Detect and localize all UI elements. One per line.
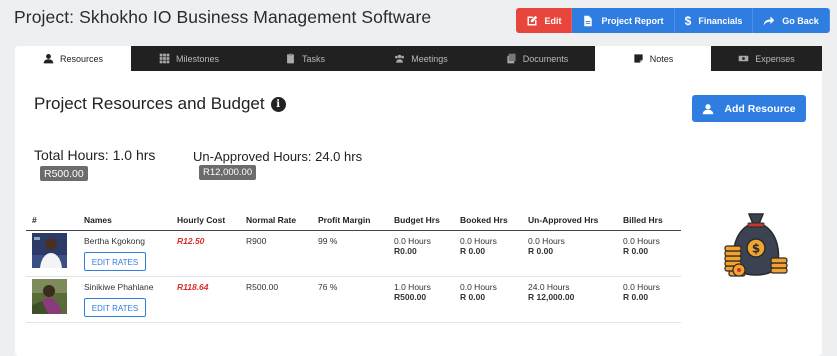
tab-notes[interactable]: Notes — [595, 46, 711, 71]
financials-label: Financials — [698, 15, 743, 26]
money-bill-icon — [738, 55, 749, 62]
normal-rate: R500.00 — [240, 276, 312, 323]
tab-documents[interactable]: Documents — [479, 46, 595, 71]
project-report-label: Project Report — [601, 15, 664, 26]
hourly-cost: R118.64 — [171, 276, 240, 323]
tab-meetings[interactable]: Meetings — [363, 46, 479, 71]
tab-label: Expenses — [755, 53, 795, 64]
users-icon — [395, 54, 405, 63]
project-report-button[interactable]: Project Report — [572, 8, 675, 33]
table-header-row: # Names Hourly Cost Normal Rate Profit M… — [26, 210, 681, 231]
share-arrow-icon — [763, 16, 775, 25]
col-header: Booked Hrs — [454, 210, 522, 231]
unapproved-hours: Un-Approved Hours: 24.0 hrs — [193, 149, 363, 164]
go-back-label: Go Back — [782, 15, 819, 26]
profit-margin: 76 % — [312, 276, 388, 323]
edit-rates-button[interactable]: EDIT RATES — [84, 252, 146, 271]
avatar — [32, 279, 67, 314]
money-bag-icon: $ — [724, 213, 788, 277]
col-header: Hourly Cost — [171, 210, 240, 231]
billed-hours: 0.0 Hours — [623, 282, 660, 292]
section-title-text: Project Resources and Budget — [34, 94, 265, 113]
resources-table: # Names Hourly Cost Normal Rate Profit M… — [26, 210, 681, 323]
col-header: Profit Margin — [312, 210, 388, 231]
budget-hours: 1.0 Hours — [394, 282, 431, 292]
unapproved-hours-cell: 0.0 Hours — [528, 236, 565, 246]
col-header: Un-Approved Hrs — [522, 210, 617, 231]
col-header: Billed Hrs — [617, 210, 681, 231]
hourly-cost: R12.50 — [171, 230, 240, 277]
page-title: Project: Skhokho IO Business Management … — [14, 7, 432, 27]
billed-hours: 0.0 Hours — [623, 236, 660, 246]
normal-rate: R900 — [240, 230, 312, 277]
budget-hours: 0.0 Hours — [394, 236, 431, 246]
resource-name: Bertha Kgokong — [84, 236, 145, 246]
grid-icon — [159, 53, 170, 64]
dollar-icon: $ — [684, 13, 692, 28]
go-back-button[interactable]: Go Back — [753, 8, 830, 33]
edit-button-label: Edit — [544, 15, 562, 26]
header-actions: Edit Project Report $ Financials Go Back — [516, 8, 830, 33]
profit-margin: 99 % — [312, 230, 388, 277]
tab-resources[interactable]: Resources — [15, 46, 131, 71]
documents-icon — [507, 53, 516, 64]
total-amount-badge: R500.00 — [40, 166, 88, 181]
tab-label: Documents — [522, 53, 569, 64]
add-resource-label: Add Resource — [724, 102, 796, 115]
tab-label: Notes — [649, 53, 674, 64]
unapproved-amount-badge: R12,000.00 — [199, 165, 257, 180]
add-resource-button[interactable]: Add Resource — [692, 95, 806, 122]
edit-icon — [527, 15, 537, 25]
resources-card: Resources Milestones Tasks Meetings Docu… — [15, 46, 822, 356]
budget-amount: R0.00 — [394, 246, 417, 256]
unapproved-amount-cell: R 0.00 — [528, 246, 554, 256]
clipboard-icon — [287, 53, 294, 64]
table-row: Sinikiwe Phahlane EDIT RATES R118.64 R50… — [26, 276, 681, 323]
unapproved-amount-cell: R 12,000.00 — [528, 292, 575, 302]
file-icon — [584, 15, 593, 26]
financials-button[interactable]: $ Financials — [675, 8, 753, 33]
booked-amount: R 0.00 — [460, 292, 486, 302]
tab-expenses[interactable]: Expenses — [711, 46, 822, 71]
budget-amount: R500.00 — [394, 292, 427, 302]
tab-milestones[interactable]: Milestones — [131, 46, 247, 71]
user-icon — [43, 54, 54, 64]
booked-amount: R 0.00 — [460, 246, 486, 256]
tab-label: Milestones — [175, 53, 220, 64]
col-header: Normal Rate — [240, 210, 312, 231]
resource-name: Sinikiwe Phahlane — [84, 282, 154, 292]
note-icon — [634, 54, 643, 63]
tab-label: Resources — [59, 53, 104, 64]
tab-label: Tasks — [301, 53, 325, 64]
tab-label: Meetings — [411, 53, 448, 64]
table-row: Bertha Kgokong EDIT RATES R12.50 R900 99… — [26, 230, 681, 277]
info-icon[interactable]: i — [270, 96, 286, 112]
billed-amount: R 0.00 — [623, 246, 649, 256]
col-header: # — [26, 210, 78, 231]
avatar — [32, 233, 67, 268]
booked-hours: 0.0 Hours — [460, 236, 497, 246]
tab-tasks[interactable]: Tasks — [247, 46, 363, 71]
tab-bar: Resources Milestones Tasks Meetings Docu… — [15, 46, 822, 71]
edit-rates-button[interactable]: EDIT RATES — [84, 298, 146, 317]
billed-amount: R 0.00 — [623, 292, 649, 302]
col-header: Names — [78, 210, 171, 231]
total-hours: Total Hours: 1.0 hrs — [34, 147, 156, 163]
unapproved-hours-cell: 24.0 Hours — [528, 282, 570, 292]
edit-button[interactable]: Edit — [516, 8, 572, 33]
col-header: Budget Hrs — [388, 210, 454, 231]
section-title: Project Resources and Budget i — [34, 94, 286, 114]
user-icon — [703, 103, 714, 114]
svg-text:$: $ — [752, 242, 760, 256]
booked-hours: 0.0 Hours — [460, 282, 497, 292]
